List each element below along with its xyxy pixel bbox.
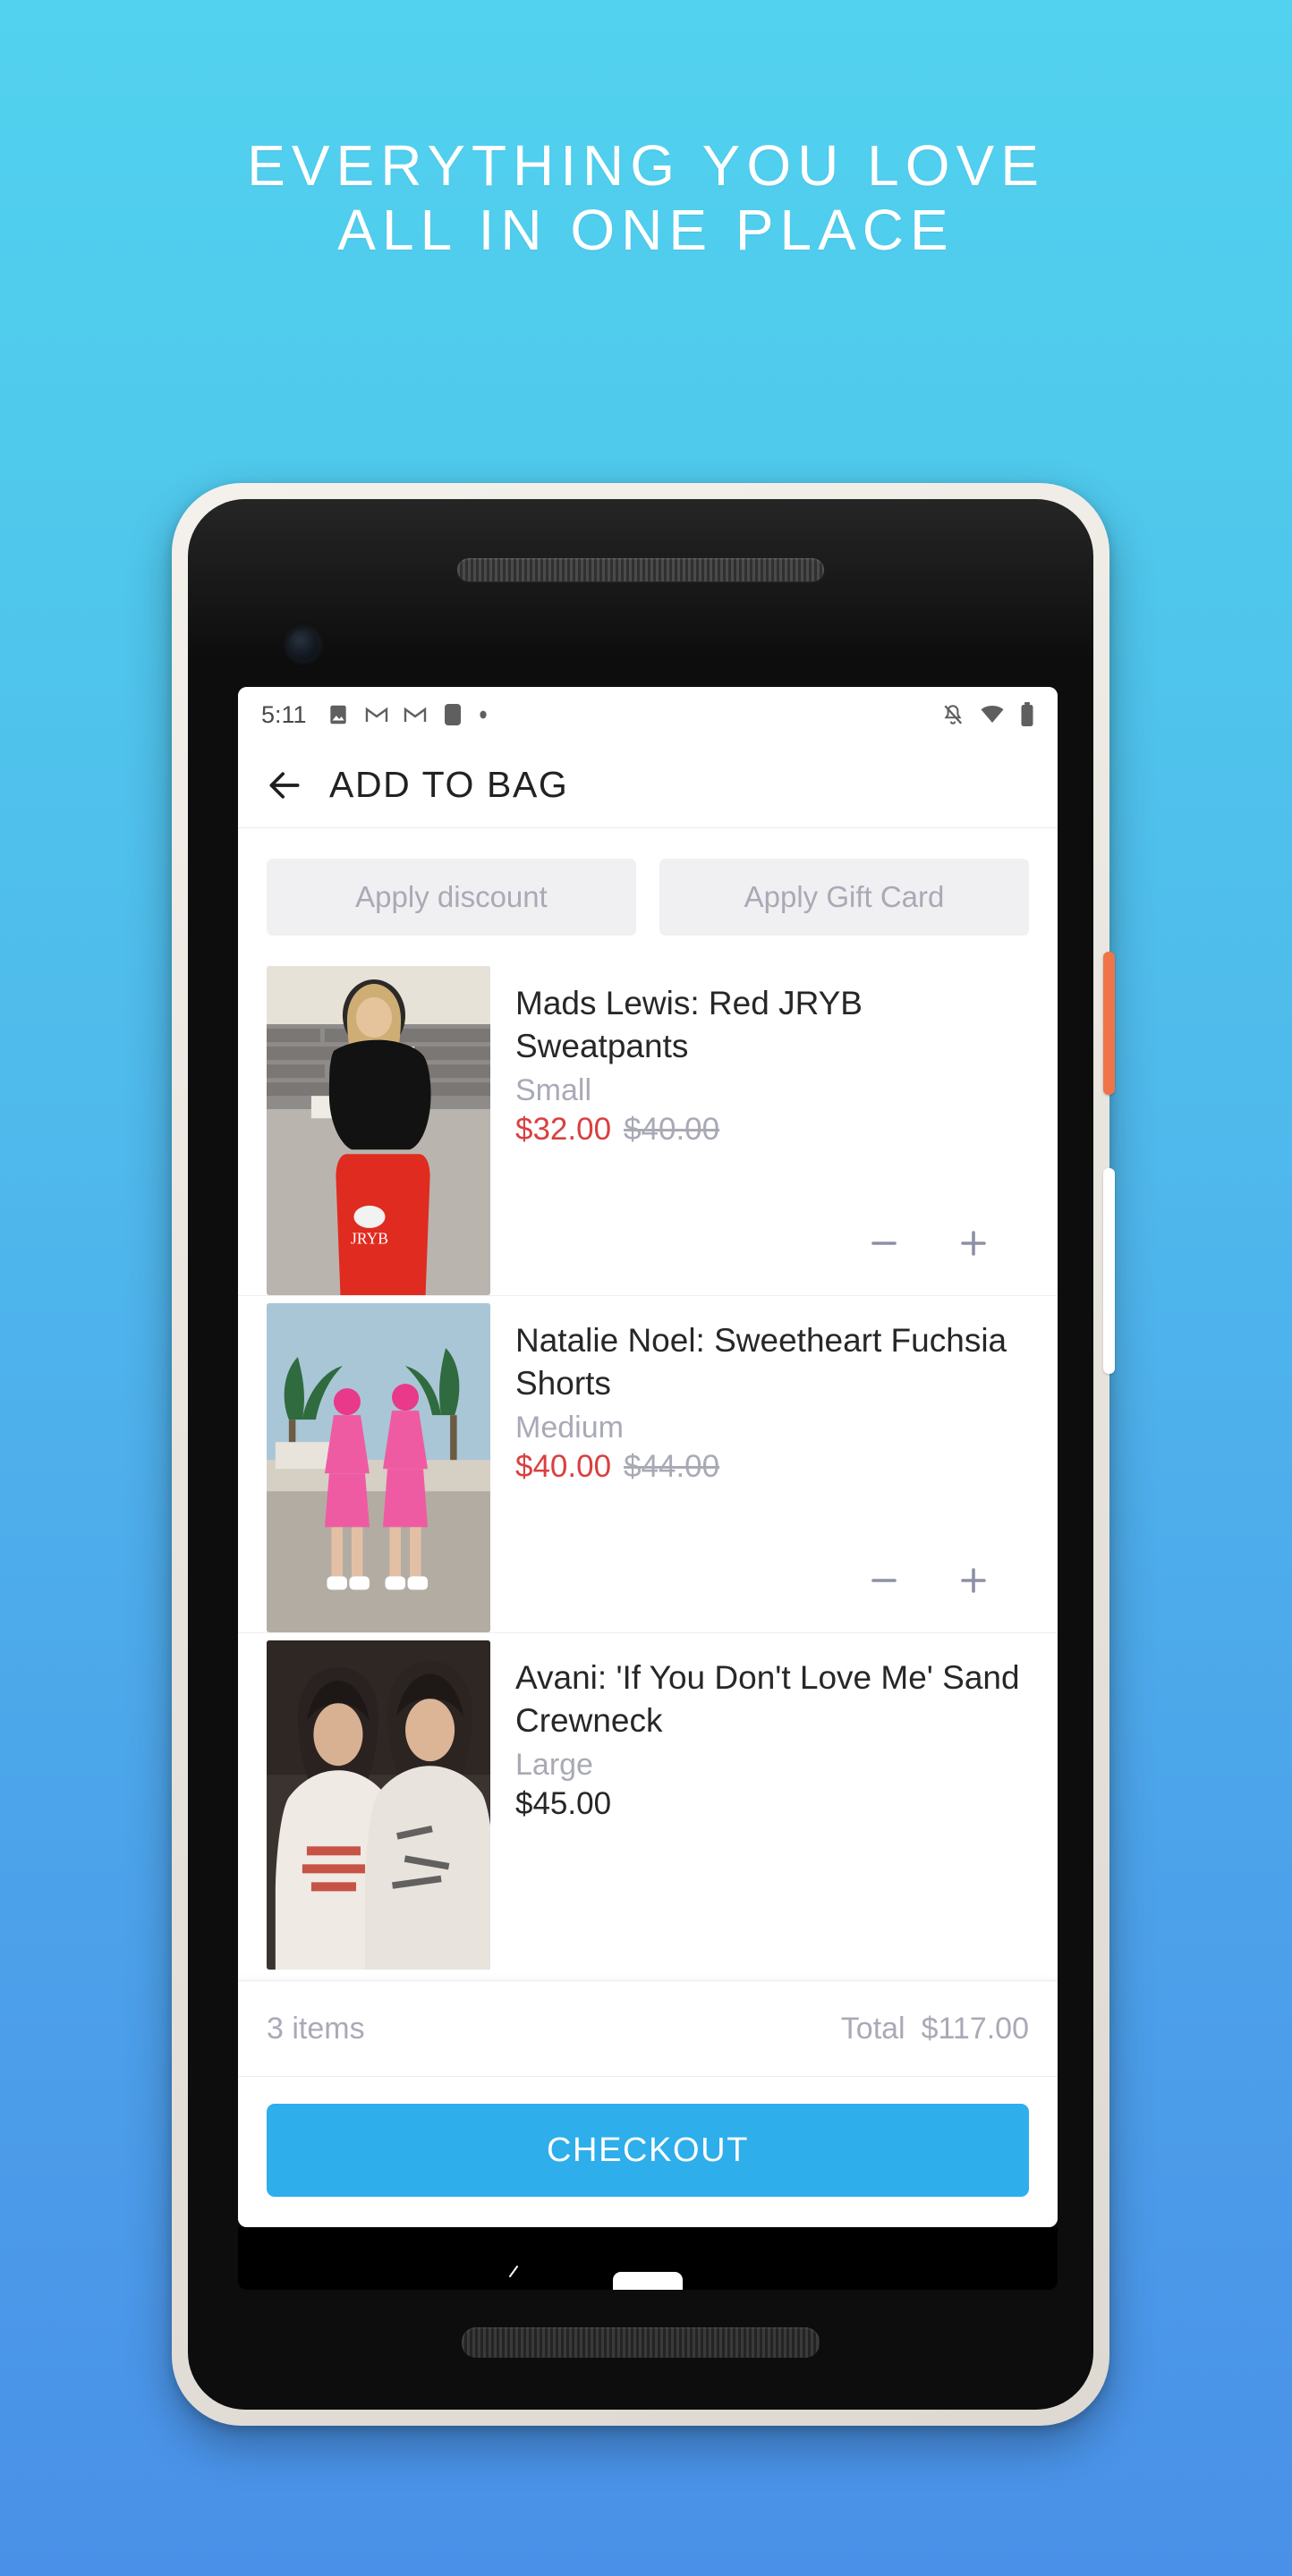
product-size: Large: [515, 1748, 593, 1783]
app-bar: ADD TO BAG: [238, 742, 1058, 828]
checkout-area: CHECKOUT: [238, 2077, 1058, 2227]
hero-headline: EVERYTHING YOU LOVE ALL IN ONE PLACE: [0, 133, 1292, 262]
product-original-price: $44.00: [624, 1449, 720, 1485]
product-title: Natalie Noel: Sweetheart Fuchsia Shorts: [515, 1322, 1007, 1402]
gmail-icon: [365, 707, 387, 722]
apply-gift-card-button[interactable]: Apply Gift Card: [659, 859, 1029, 936]
notifications-off-icon: [944, 705, 963, 724]
product-original-price: $40.00: [624, 1112, 720, 1148]
status-bar: 5:11: [238, 687, 1058, 742]
promo-button-row: Apply discount Apply Gift Card: [238, 828, 1058, 959]
item-count: 3 items: [267, 2011, 365, 2046]
svg-text:JRYB: JRYB: [351, 1229, 388, 1247]
product-price-row: $40.00 $44.00: [515, 1449, 1029, 1485]
decrease-quantity-button[interactable]: [864, 1561, 904, 1600]
arrow-left-icon[interactable]: [265, 766, 304, 805]
hero-headline-line-2: ALL IN ONE PLACE: [337, 197, 955, 262]
product-sale-price: $45.00: [515, 1786, 612, 1822]
product-size: Medium: [515, 1411, 624, 1445]
total-label: Total: [840, 2011, 905, 2046]
quantity-stepper: [515, 1561, 1029, 1600]
photo-icon: [329, 705, 346, 724]
gmail-icon: [404, 707, 426, 722]
volume-button[interactable]: [1103, 1168, 1115, 1374]
status-bar-time: 5:11: [261, 700, 307, 728]
cart-totals-bar: 3 items Total $117.00: [238, 1980, 1058, 2077]
cart-item-row[interactable]: Avani: 'If You Don't Love Me' Sand Crewn…: [238, 1633, 1058, 1970]
dot-icon: [479, 710, 487, 719]
cart-scroll-area[interactable]: Apply discount Apply Gift Card JRYB Mads…: [238, 828, 1058, 1980]
wifi-icon: [981, 706, 1004, 723]
decrease-quantity-button[interactable]: [864, 1224, 904, 1263]
cart-item-row[interactable]: Natalie Noel: Sweetheart Fuchsia Shorts …: [238, 1296, 1058, 1633]
product-sale-price: $40.00: [515, 1449, 612, 1485]
product-price-row: $45.00: [515, 1786, 1029, 1822]
product-thumbnail[interactable]: JRYB: [267, 966, 490, 1295]
product-title: Mads Lewis: Red JRYB Sweatpants: [515, 985, 863, 1065]
cart-item-row[interactable]: JRYB Mads Lewis: Red JRYB Sweatpants Sma…: [238, 959, 1058, 1296]
status-bar-right-icons: [941, 702, 1034, 727]
quantity-stepper: [515, 1224, 1029, 1263]
product-thumbnail[interactable]: [267, 1640, 490, 1970]
increase-quantity-button[interactable]: [954, 1224, 993, 1263]
app-square-icon: [444, 704, 461, 725]
cart-item-details: Avani: 'If You Don't Love Me' Sand Crewn…: [490, 1640, 1029, 1970]
front-camera-icon: [288, 630, 319, 660]
earpiece-speaker-icon: [457, 558, 824, 581]
battery-icon: [1021, 702, 1033, 726]
total-value: $117.00: [921, 2011, 1029, 2046]
cart-total: Total $117.00: [841, 2012, 1029, 2046]
phone-screen: 5:11 ADD TO BAG Apply discount Apply Gif…: [238, 687, 1058, 2227]
cart-item-details: Mads Lewis: Red JRYB Sweatpants Small $3…: [490, 966, 1029, 1295]
apply-discount-button[interactable]: Apply discount: [267, 859, 636, 936]
cart-item-details: Natalie Noel: Sweetheart Fuchsia Shorts …: [490, 1303, 1029, 1632]
bottom-speaker-icon: [462, 2327, 820, 2358]
phone-face: 5:11 ADD TO BAG Apply discount Apply Gif…: [188, 499, 1093, 2410]
product-size: Small: [515, 1073, 592, 1108]
increase-quantity-button[interactable]: [954, 1561, 993, 1600]
checkout-button[interactable]: CHECKOUT: [267, 2104, 1029, 2197]
page-title: ADD TO BAG: [329, 764, 569, 805]
product-price-row: $32.00 $40.00: [515, 1112, 1029, 1148]
phone-mockup: 5:11 ADD TO BAG Apply discount Apply Gif…: [172, 483, 1115, 2426]
product-title: Avani: 'If You Don't Love Me' Sand Crewn…: [515, 1659, 1020, 1740]
hero-headline-line-1: EVERYTHING YOU LOVE: [247, 133, 1045, 198]
product-sale-price: $32.00: [515, 1112, 612, 1148]
nav-back-icon[interactable]: [506, 2265, 521, 2288]
android-navigation-bar: [238, 2227, 1058, 2290]
power-button[interactable]: [1103, 952, 1115, 1095]
product-thumbnail[interactable]: [267, 1303, 490, 1632]
home-gesture-pill[interactable]: [613, 2272, 683, 2290]
status-bar-left-icons: [327, 703, 488, 726]
